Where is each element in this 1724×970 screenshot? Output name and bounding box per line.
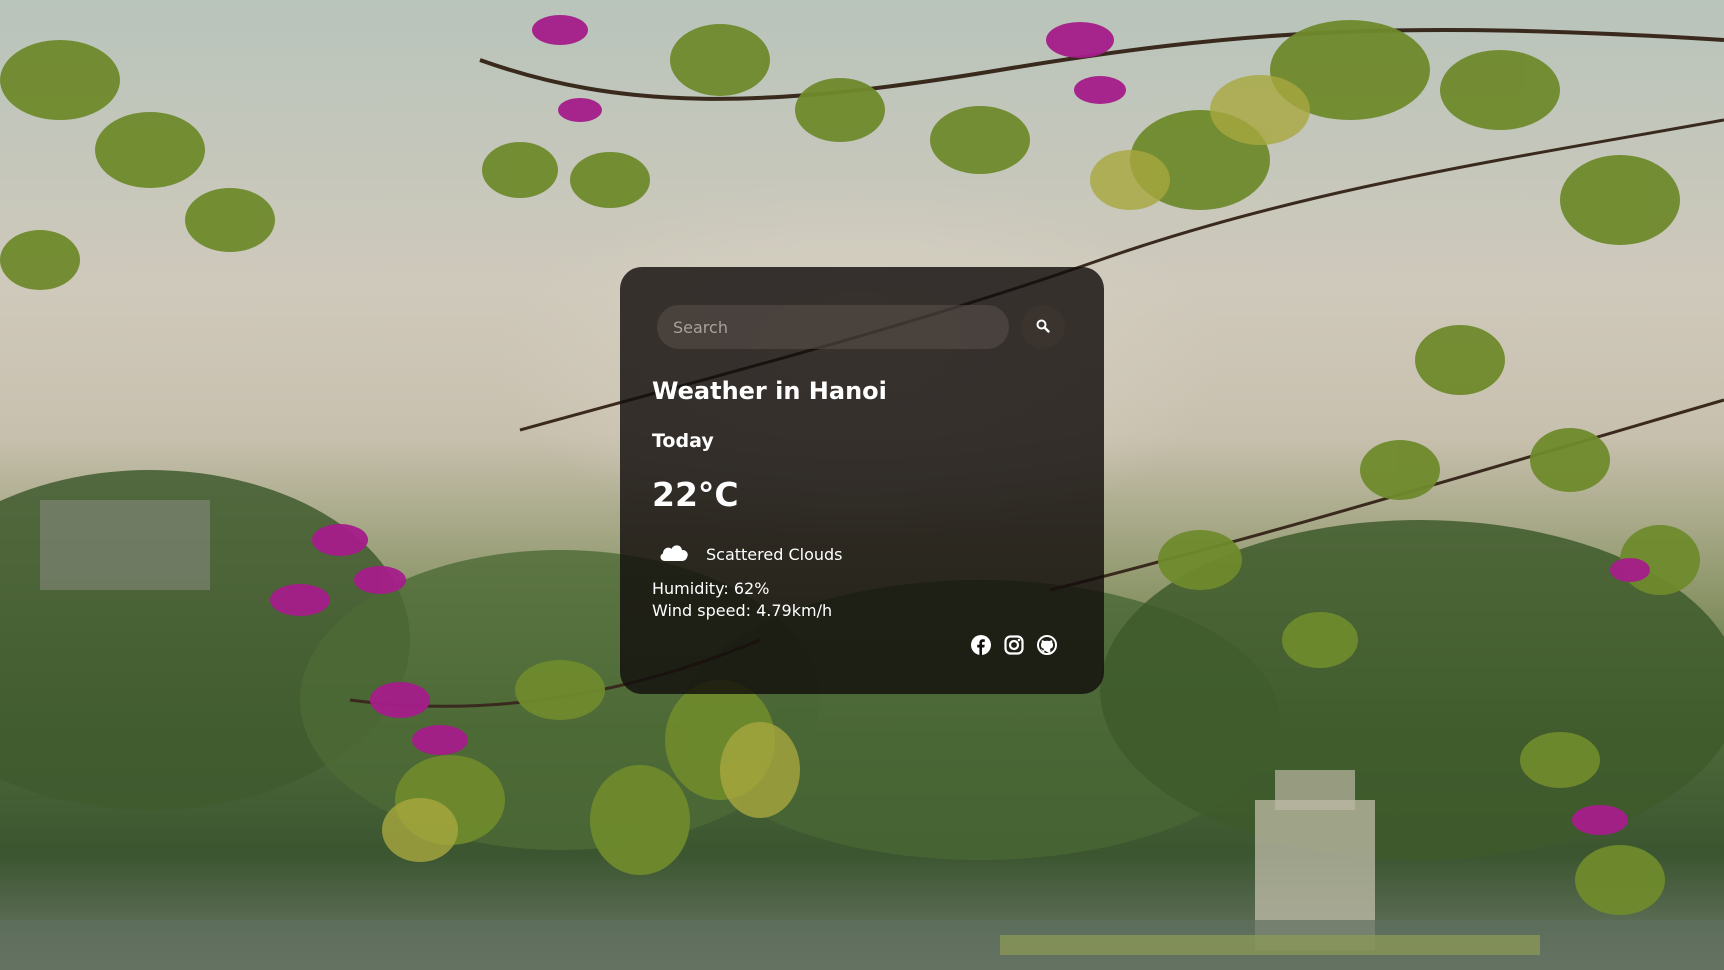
day-label: Today [652,430,714,452]
github-link[interactable] [1036,634,1057,655]
facebook-icon [970,634,991,655]
weather-card: Weather in Hanoi Today 22°C Scattered Cl… [620,267,1104,694]
instagram-icon [1003,634,1024,655]
temperature: 22°C [652,475,739,514]
wind-speed-text: Wind speed: 4.79km/h [652,601,833,620]
search-button[interactable] [1021,305,1065,349]
search-input[interactable] [657,305,1009,349]
cloud-icon [658,541,690,567]
humidity-text: Humidity: 62% [652,579,770,598]
search-bar [657,305,1065,349]
facebook-link[interactable] [970,634,991,655]
search-icon [1036,319,1050,336]
github-icon [1036,634,1057,655]
condition-row: Scattered Clouds [658,537,843,571]
condition-text: Scattered Clouds [706,544,843,564]
city-title: Weather in Hanoi [652,377,887,405]
social-links [970,634,1057,655]
instagram-link[interactable] [1003,634,1024,655]
